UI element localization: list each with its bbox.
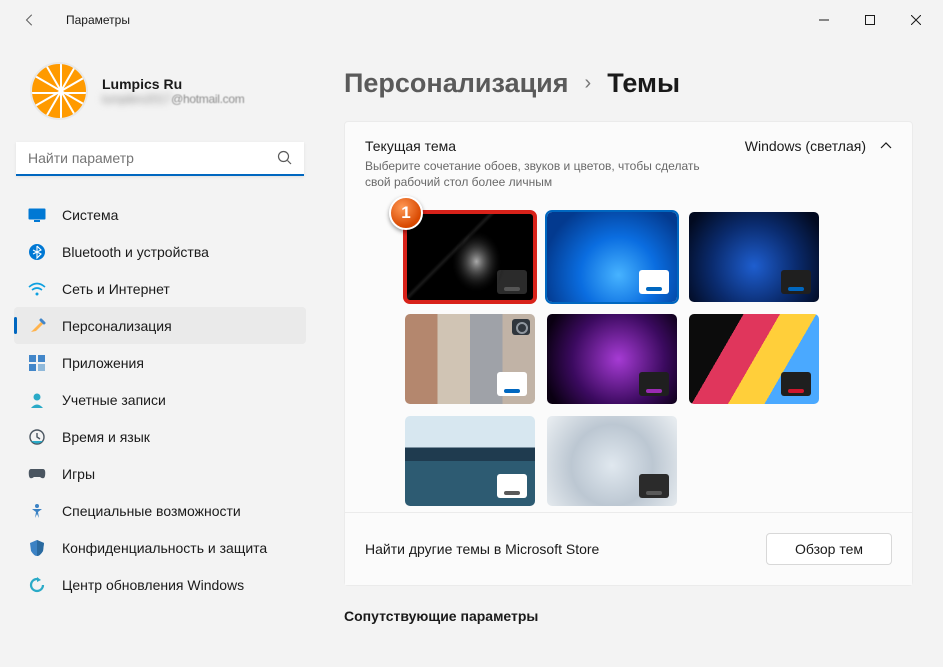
update-icon <box>28 576 46 594</box>
sidebar-item-gaming[interactable]: Игры <box>14 455 306 492</box>
sidebar-item-label: Игры <box>62 466 95 482</box>
theme-tile-captured-motion[interactable] <box>689 314 819 404</box>
sidebar-item-personalization[interactable]: Персонализация <box>14 307 306 344</box>
sidebar-item-label: Система <box>62 207 118 223</box>
sidebar: Lumpics Ru lumpibro2017@hotmail.com Сист… <box>0 40 320 667</box>
bluetooth-icon <box>28 243 46 261</box>
find-more-themes-link[interactable]: Найти другие темы в Microsoft Store <box>365 541 599 557</box>
chevron-up-icon <box>880 139 892 153</box>
sidebar-item-apps[interactable]: Приложения <box>14 344 306 381</box>
sidebar-item-label: Приложения <box>62 355 144 371</box>
sidebar-item-accessibility[interactable]: Специальные возможности <box>14 492 306 529</box>
camera-icon <box>512 319 530 335</box>
gamepad-icon <box>28 465 46 483</box>
card-title: Текущая тема <box>365 138 705 154</box>
wifi-icon <box>28 280 46 298</box>
sidebar-item-label: Время и язык <box>62 429 150 445</box>
search-input[interactable] <box>16 142 304 176</box>
profile-name: Lumpics Ru <box>102 76 244 92</box>
current-theme-card: Текущая тема Выберите сочетание обоев, з… <box>344 121 913 586</box>
theme-tile-windows-dark[interactable] <box>689 212 819 302</box>
sidebar-item-label: Конфиденциальность и защита <box>62 540 267 556</box>
themes-grid: 1 <box>405 212 892 506</box>
sidebar-item-system[interactable]: Система <box>14 196 306 233</box>
sidebar-item-label: Персонализация <box>62 318 172 334</box>
search-icon <box>276 149 294 172</box>
theme-tile-flow[interactable] <box>547 416 677 506</box>
display-icon <box>28 206 46 224</box>
sidebar-item-label: Сеть и Интернет <box>62 281 170 297</box>
sidebar-item-privacy[interactable]: Конфиденциальность и защита <box>14 529 306 566</box>
theme-tile-glow[interactable] <box>547 314 677 404</box>
sidebar-item-label: Специальные возможности <box>62 503 241 519</box>
apps-icon <box>28 354 46 372</box>
card-description: Выберите сочетание обоев, звуков и цвето… <box>365 158 705 190</box>
maximize-button[interactable] <box>847 4 893 36</box>
search-box[interactable] <box>16 142 304 176</box>
window-title: Параметры <box>66 13 130 27</box>
sidebar-item-network[interactable]: Сеть и Интернет <box>14 270 306 307</box>
minimize-button[interactable] <box>801 4 847 36</box>
paintbrush-icon <box>28 317 46 335</box>
sidebar-item-update[interactable]: Центр обновления Windows <box>14 566 306 603</box>
theme-tile-spotlight[interactable] <box>405 314 535 404</box>
browse-themes-button[interactable]: Обзор тем <box>766 533 892 565</box>
accessibility-icon <box>28 502 46 520</box>
theme-tile-custom[interactable] <box>405 212 535 302</box>
close-button[interactable] <box>893 4 939 36</box>
theme-tile-sunrise[interactable] <box>405 416 535 506</box>
sidebar-item-label: Центр обновления Windows <box>62 577 244 593</box>
chevron-right-icon: › <box>585 72 592 95</box>
shield-icon <box>28 539 46 557</box>
sidebar-item-label: Учетные записи <box>62 392 166 408</box>
titlebar: Параметры <box>0 0 943 40</box>
avatar <box>30 62 88 120</box>
clock-icon <box>28 428 46 446</box>
sidebar-item-accounts[interactable]: Учетные записи <box>14 381 306 418</box>
breadcrumb-current: Темы <box>607 68 680 99</box>
back-button[interactable] <box>14 4 46 36</box>
sidebar-item-time[interactable]: Время и язык <box>14 418 306 455</box>
person-icon <box>28 391 46 409</box>
profile-email: lumpibro2017@hotmail.com <box>102 92 244 106</box>
breadcrumb-parent[interactable]: Персонализация <box>344 68 569 99</box>
sidebar-item-bluetooth[interactable]: Bluetooth и устройства <box>14 233 306 270</box>
sidebar-item-label: Bluetooth и устройства <box>62 244 209 260</box>
profile-block[interactable]: Lumpics Ru lumpibro2017@hotmail.com <box>14 46 306 142</box>
breadcrumb: Персонализация › Темы <box>344 68 913 99</box>
dropdown-value: Windows (светлая) <box>745 138 866 154</box>
theme-tile-windows-light[interactable] <box>547 212 677 302</box>
theme-selector-dropdown[interactable]: Windows (светлая) <box>745 138 892 154</box>
main-content: Персонализация › Темы Текущая тема Выбер… <box>320 40 943 667</box>
related-settings-heading: Сопутствующие параметры <box>344 608 913 624</box>
